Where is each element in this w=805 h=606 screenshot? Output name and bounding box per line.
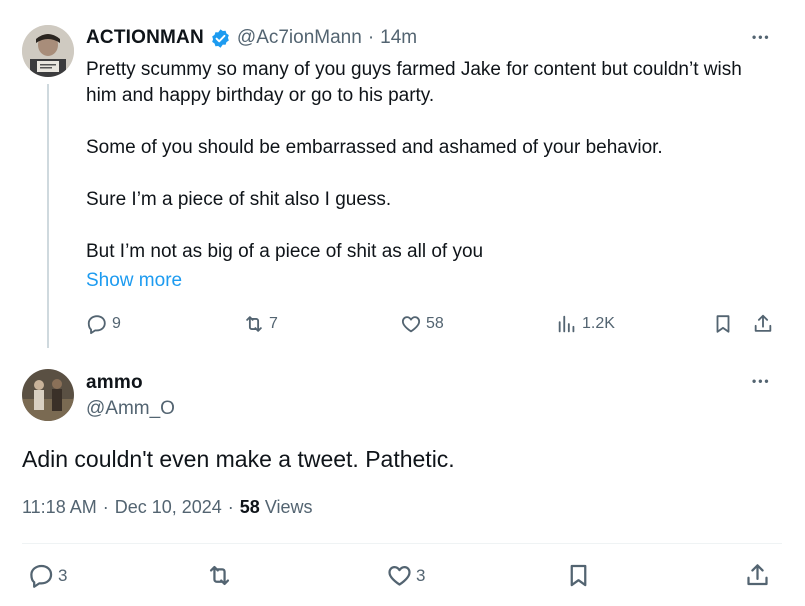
author-handle[interactable]: @Ac7ionMann bbox=[237, 27, 362, 49]
share-icon bbox=[754, 314, 772, 332]
reply-count: 9 bbox=[112, 315, 121, 332]
reply-reply-button[interactable]: 3 bbox=[28, 562, 67, 589]
reply-meta: 11:18 AM · Dec 10, 2024 · 58 Views bbox=[22, 497, 313, 518]
actionman-avatar[interactable] bbox=[22, 25, 74, 77]
reply-like-button[interactable]: 3 bbox=[386, 562, 425, 589]
reply-reply-count: 3 bbox=[58, 565, 68, 585]
views-icon bbox=[558, 315, 575, 333]
reply-share-button[interactable] bbox=[744, 562, 771, 589]
meta-dot: · bbox=[102, 497, 109, 517]
share-icon bbox=[747, 564, 768, 586]
tweet-time[interactable]: 14m bbox=[380, 27, 417, 49]
more-icon[interactable]: ••• bbox=[752, 30, 771, 44]
tweet-header: ACTIONMAN @Ac7ionMann · 14m bbox=[86, 27, 417, 49]
reply-author-handle[interactable]: @Amm_O bbox=[86, 398, 175, 420]
ammo-avatar[interactable] bbox=[22, 369, 74, 421]
tweet-text: Pretty scummy so many of you guys farmed… bbox=[86, 59, 742, 262]
reply-more-icon[interactable]: ••• bbox=[752, 374, 771, 388]
thread-line bbox=[47, 84, 49, 348]
repost-button[interactable]: 7 bbox=[243, 313, 278, 335]
views-button[interactable]: 1.2K bbox=[556, 313, 615, 335]
bookmark-icon bbox=[570, 564, 587, 587]
reply-views-label: Views bbox=[264, 497, 313, 517]
header-separator: · bbox=[367, 27, 375, 48]
bookmark-button[interactable] bbox=[712, 313, 734, 335]
like-icon bbox=[401, 316, 421, 333]
like-count: 58 bbox=[426, 315, 444, 332]
reply-text: Adin couldn't even make a tweet. Patheti… bbox=[22, 446, 455, 472]
repost-icon bbox=[209, 565, 230, 586]
repost-icon bbox=[246, 316, 262, 332]
reply-views-count: 58 bbox=[239, 497, 260, 517]
show-more-link[interactable]: Show more bbox=[86, 270, 182, 292]
verified-badge-icon bbox=[210, 28, 231, 49]
reply-author-name[interactable]: ammo bbox=[86, 372, 143, 394]
views-count: 1.2K bbox=[582, 315, 615, 332]
reply-icon bbox=[30, 564, 53, 588]
reply-like-count: 3 bbox=[416, 565, 426, 585]
author-name[interactable]: ACTIONMAN bbox=[86, 27, 204, 49]
meta-dot: · bbox=[227, 497, 234, 517]
divider bbox=[22, 543, 782, 544]
reply-time[interactable]: 11:18 AM bbox=[22, 497, 97, 518]
reply-bookmark-button[interactable] bbox=[565, 562, 592, 589]
like-button[interactable]: 58 bbox=[400, 313, 444, 335]
reply-button[interactable]: 9 bbox=[86, 313, 121, 335]
repost-count: 7 bbox=[269, 315, 278, 332]
bookmark-icon bbox=[716, 315, 730, 333]
like-icon bbox=[388, 565, 411, 586]
reply-icon bbox=[87, 315, 106, 335]
share-button[interactable] bbox=[752, 313, 774, 335]
reply-repost-button[interactable] bbox=[206, 562, 233, 589]
reply-date[interactable]: Dec 10, 2024 bbox=[115, 497, 222, 518]
